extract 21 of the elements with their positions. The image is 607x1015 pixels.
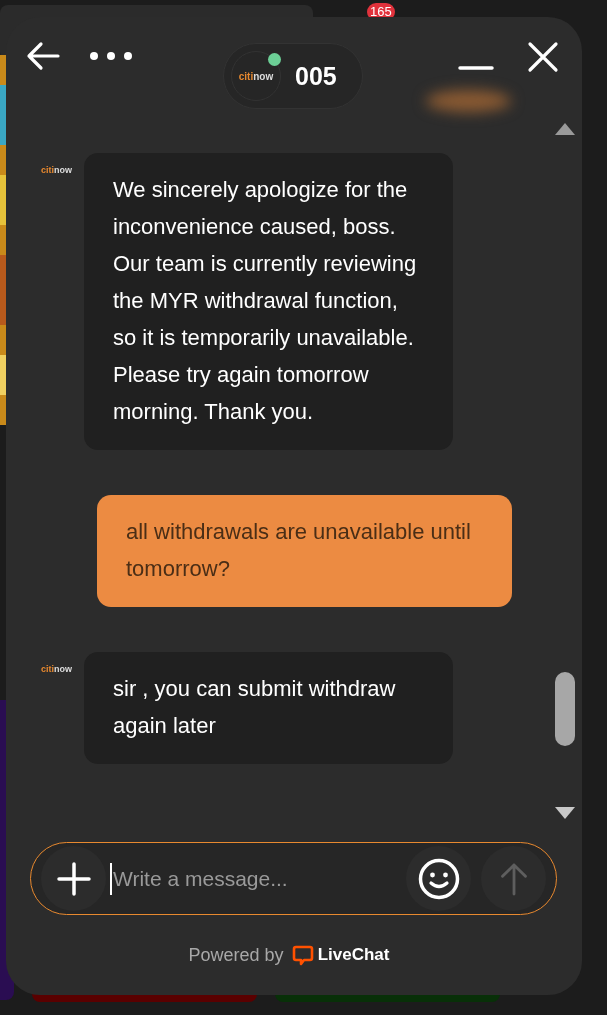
message-bubble: sir , you can submit withdraw again later <box>84 652 453 764</box>
message-input-field[interactable]: Write a message... <box>110 862 406 895</box>
more-icon[interactable] <box>89 51 133 61</box>
logo: citinow <box>41 165 73 175</box>
scroll-down-icon[interactable] <box>554 806 576 820</box>
minimize-icon[interactable] <box>457 65 495 71</box>
chat-bubble-icon <box>291 944 314 966</box>
plus-icon <box>56 861 91 896</box>
powered-by-text: Powered by <box>188 944 284 966</box>
close-icon[interactable] <box>527 41 559 73</box>
smiley-icon <box>416 856 461 901</box>
message-bubble: all withdrawals are unavailable until tomorrow? <box>97 495 512 607</box>
logo: citinow <box>41 664 73 674</box>
scroll-up-icon[interactable] <box>554 122 576 136</box>
livechat-link[interactable]: LiveChat <box>291 944 390 966</box>
logo: citinow <box>238 70 274 82</box>
message-bubble: We sincerely apologize for the inconvenience caused, boss. Our team is currently reviewing the MYR withdrawal function, so it is temporarily unavailable. Please try again tomorrow morning. Thank you. <box>84 153 453 450</box>
scrollbar-thumb[interactable] <box>555 672 575 746</box>
back-icon[interactable] <box>26 41 60 71</box>
agent-name: 005 <box>295 61 337 91</box>
add-button[interactable] <box>41 846 106 911</box>
